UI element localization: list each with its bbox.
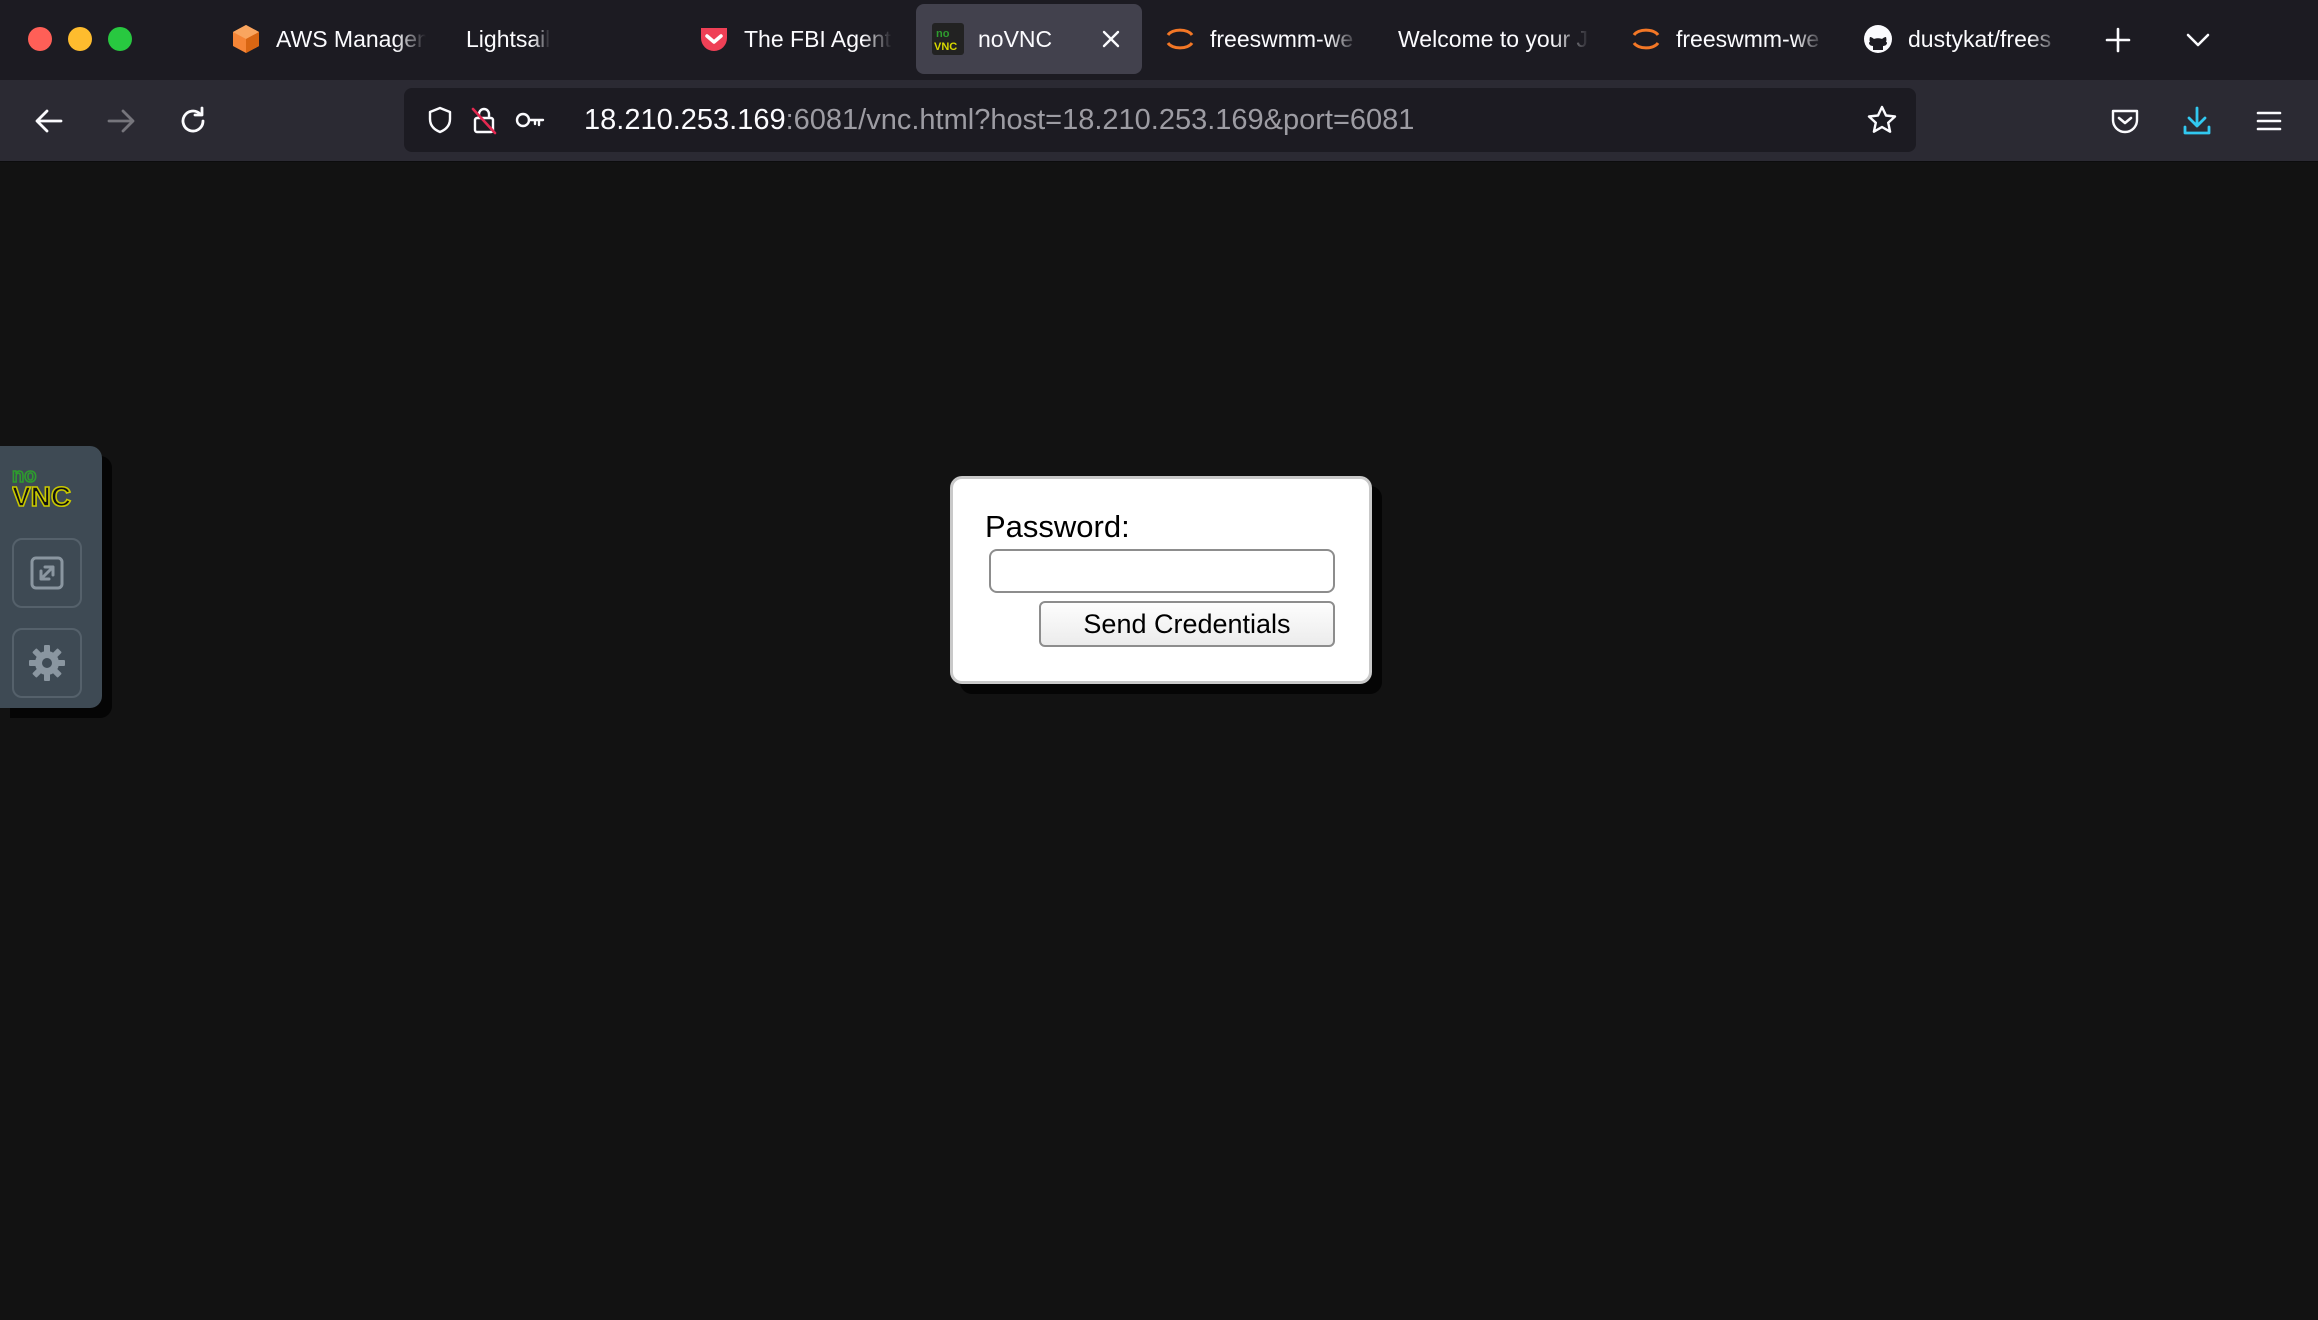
svg-text:VNC: VNC <box>12 481 71 510</box>
pocket-icon <box>2111 109 2139 134</box>
arrow-left-icon <box>35 109 63 133</box>
pocket-button[interactable] <box>2102 98 2148 144</box>
tab-label: dustykat/frees <box>1908 25 2052 52</box>
pocket-icon <box>698 23 730 55</box>
url-path: :6081/vnc.html?host=18.210.253.169&port=… <box>785 104 1415 136</box>
navigation-toolbar: 18.210.253.169:6081/vnc.html?host=18.210… <box>0 80 2318 162</box>
tab-strip: AWS Managem Lightsail The FBI Agent no VN… <box>0 0 2318 80</box>
reload-icon <box>181 106 205 133</box>
tab-label: Lightsail <box>466 25 551 52</box>
plus-icon <box>2105 27 2131 53</box>
url-text[interactable]: 18.210.253.169:6081/vnc.html?host=18.210… <box>584 104 1414 137</box>
window-close-button[interactable] <box>28 27 52 51</box>
download-icon <box>2183 106 2211 135</box>
window-minimize-button[interactable] <box>68 27 92 51</box>
svg-text:no: no <box>936 28 950 40</box>
aws-cube-icon <box>230 23 262 55</box>
url-host: 18.210.253.169 <box>584 104 786 136</box>
novnc-icon: no VNC <box>932 23 964 55</box>
github-icon <box>1862 23 1894 55</box>
chevron-down-icon <box>2186 33 2210 47</box>
credentials-dialog: Password: Send Credentials <box>950 476 1372 684</box>
close-tab-icon[interactable] <box>1098 26 1124 52</box>
tab-github[interactable]: dustykat/frees <box>1862 4 2062 74</box>
hamburger-menu-icon <box>2256 111 2282 131</box>
novnc-logo: no VNC <box>11 464 86 513</box>
key-icon[interactable] <box>514 104 546 136</box>
gear-icon <box>29 645 65 681</box>
jupyter-icon <box>1630 23 1662 55</box>
arrow-right-icon <box>107 109 135 133</box>
app-menu-button[interactable] <box>2246 98 2292 144</box>
reload-button[interactable] <box>170 98 216 144</box>
send-credentials-button[interactable]: Send Credentials <box>1039 601 1335 647</box>
tab-welcome[interactable]: Welcome to your J <box>1398 4 1594 74</box>
tab-aws-management[interactable]: AWS Managem <box>230 4 430 74</box>
tab-label: noVNC <box>978 25 1053 52</box>
tab-label: Welcome to your J <box>1398 25 1589 52</box>
tab-lightsail[interactable]: Lightsail <box>466 4 626 74</box>
url-bar[interactable]: 18.210.253.169:6081/vnc.html?host=18.210… <box>404 88 1916 152</box>
bookmark-star-icon[interactable] <box>1866 104 1898 136</box>
tab-freeswmm-2[interactable]: freeswmm-we <box>1630 4 1826 74</box>
password-input[interactable] <box>989 549 1335 593</box>
forward-button[interactable] <box>98 98 144 144</box>
insecure-lock-icon[interactable] <box>468 104 500 136</box>
tab-label: freeswmm-we <box>1210 25 1354 52</box>
list-all-tabs-button[interactable] <box>2178 20 2218 60</box>
jupyter-icon <box>1164 23 1196 55</box>
settings-button[interactable] <box>12 628 82 698</box>
svg-text:VNC: VNC <box>934 41 957 53</box>
new-tab-button[interactable] <box>2098 20 2138 60</box>
tab-novnc[interactable]: no VNC noVNC <box>916 4 1142 74</box>
page-content[interactable] <box>0 163 2318 1320</box>
password-label: Password: <box>985 509 1130 544</box>
window-maximize-button[interactable] <box>108 27 132 51</box>
novnc-control-bar[interactable]: no VNC <box>0 446 102 708</box>
back-button[interactable] <box>26 98 72 144</box>
tab-freeswmm-1[interactable]: freeswmm-we <box>1164 4 1360 74</box>
tab-label: freeswmm-we <box>1676 25 1820 52</box>
fullscreen-button[interactable] <box>12 538 82 608</box>
fullscreen-icon <box>30 556 64 590</box>
tab-fbi-agent[interactable]: The FBI Agent <box>698 4 898 74</box>
shield-icon[interactable] <box>424 104 456 136</box>
downloads-button[interactable] <box>2174 98 2220 144</box>
tab-label: The FBI Agent <box>744 25 892 52</box>
tab-label: AWS Managem <box>276 25 426 52</box>
